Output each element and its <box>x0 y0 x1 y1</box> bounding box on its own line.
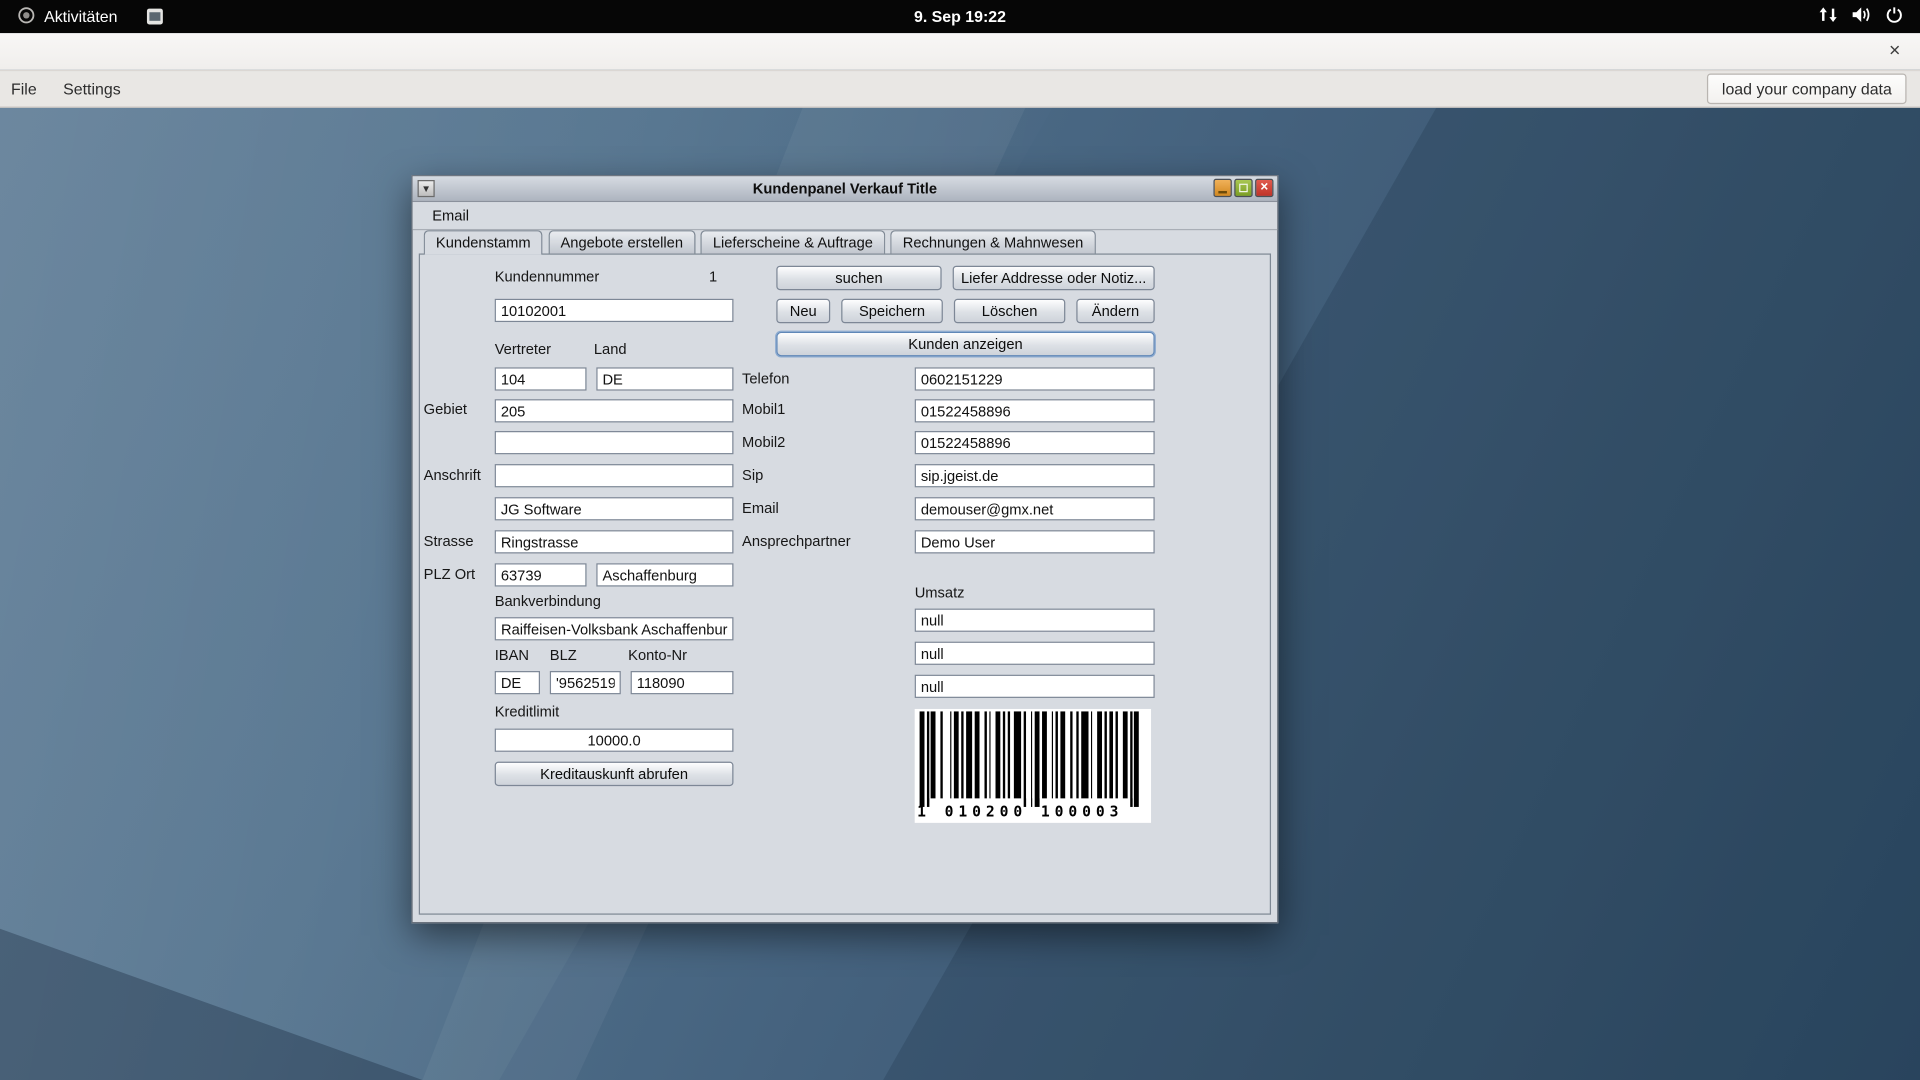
iban-label: IBAN <box>495 647 529 665</box>
mobil1-input[interactable] <box>915 399 1155 422</box>
ansprechpartner-input[interactable] <box>915 530 1155 553</box>
land-input[interactable] <box>596 367 733 390</box>
tab-kundenstamm[interactable]: Kundenstamm <box>424 230 543 254</box>
umsatz2-input[interactable] <box>915 642 1155 665</box>
vertreter-label: Vertreter <box>495 340 551 358</box>
umsatz-label: Umsatz <box>915 584 965 602</box>
liefer-adresse-notiz-button[interactable]: Liefer Addresse oder Notiz... <box>953 266 1155 290</box>
strasse-label: Strasse <box>424 533 474 551</box>
kundennummer-input[interactable] <box>495 299 734 322</box>
aendern-button[interactable]: Ändern <box>1076 299 1154 323</box>
kundenpanel-window: ▼ Kundenpanel Verkauf Title × Email Kund… <box>411 175 1278 923</box>
kundennummer-value: 1 <box>709 268 717 286</box>
iban-input[interactable] <box>495 671 540 694</box>
land-label: Land <box>594 340 627 358</box>
kundennummer-label: Kundennummer <box>495 268 600 286</box>
volume-icon[interactable] <box>1851 6 1872 27</box>
barcode-bars <box>920 711 1139 809</box>
tab-lieferscheine-auftrage[interactable]: Lieferscheine & Auftrage <box>701 230 886 253</box>
suchen-button[interactable]: suchen <box>776 266 941 290</box>
main-app-headerbar: × <box>0 33 1920 71</box>
gebiet2-input[interactable] <box>495 431 734 454</box>
gebiet-label: Gebiet <box>424 400 467 418</box>
blz-input[interactable] <box>550 671 621 694</box>
kreditlimit-input[interactable] <box>495 729 734 752</box>
clock[interactable]: 9. Sep 19:22 <box>0 0 1920 33</box>
bank-input[interactable] <box>495 617 734 640</box>
umsatz1-input[interactable] <box>915 609 1155 632</box>
strasse-input[interactable] <box>495 530 734 553</box>
minimize-button[interactable] <box>1213 179 1231 197</box>
kreditauskunft-button[interactable]: Kreditauskunft abrufen <box>495 762 734 786</box>
dialog-titlebar[interactable]: ▼ Kundenpanel Verkauf Title × <box>413 176 1277 202</box>
speichern-button[interactable]: Speichern <box>841 299 943 323</box>
tab-pane: Kundenstamm Angebote erstellen Liefersch… <box>419 230 1271 914</box>
email-label: Email <box>742 500 779 518</box>
window-menu-icon[interactable]: ▼ <box>418 180 435 197</box>
screen: Aktivitäten 9. Sep 19:22 × File Settings… <box>0 0 1920 1080</box>
blz-label: BLZ <box>550 647 577 665</box>
tab-angebote-erstellen[interactable]: Angebote erstellen <box>548 230 695 253</box>
power-icon[interactable] <box>1886 6 1903 27</box>
kundenstamm-panel: Kundennummer 1 suchen Liefer Addresse od… <box>419 253 1271 914</box>
menu-file[interactable]: File <box>0 71 48 107</box>
plz-input[interactable] <box>495 563 587 586</box>
network-icon[interactable] <box>1818 6 1838 27</box>
email-input[interactable] <box>915 497 1155 520</box>
close-button[interactable]: × <box>1255 179 1273 197</box>
menu-settings[interactable]: Settings <box>52 71 132 107</box>
gnome-top-bar: Aktivitäten 9. Sep 19:22 <box>0 0 1920 33</box>
maximize-button[interactable] <box>1234 179 1252 197</box>
sip-input[interactable] <box>915 464 1155 487</box>
barcode-text: 1 010200 100003 <box>917 803 1123 820</box>
konto-nr-label: Konto-Nr <box>628 647 687 665</box>
telefon-label: Telefon <box>742 370 789 388</box>
anschrift2-input[interactable] <box>495 497 734 520</box>
main-app-menubar: File Settings load your company data <box>0 71 1920 108</box>
menu-email[interactable]: Email <box>425 202 476 229</box>
anschrift1-input[interactable] <box>495 464 734 487</box>
sip-label: Sip <box>742 467 763 485</box>
plz-ort-label: PLZ Ort <box>424 566 475 584</box>
dialog-menubar: Email <box>413 202 1277 230</box>
konto-nr-input[interactable] <box>631 671 734 694</box>
mobil2-label: Mobil2 <box>742 433 785 451</box>
mobil1-label: Mobil1 <box>742 400 785 418</box>
gebiet-input[interactable] <box>495 399 734 422</box>
customer-barcode: 1 010200 100003 <box>915 709 1151 823</box>
main-window-close-button[interactable]: × <box>1884 33 1905 70</box>
kunden-anzeigen-button[interactable]: Kunden anzeigen <box>776 332 1154 356</box>
neu-button[interactable]: Neu <box>776 299 830 323</box>
vertreter-input[interactable] <box>495 367 587 390</box>
telefon-input[interactable] <box>915 367 1155 390</box>
window-title: Kundenpanel Verkauf Title <box>413 176 1277 200</box>
mobil2-input[interactable] <box>915 431 1155 454</box>
tab-rechnungen-mahnwesen[interactable]: Rechnungen & Mahnwesen <box>891 230 1096 253</box>
umsatz3-input[interactable] <box>915 675 1155 698</box>
ort-input[interactable] <box>596 563 733 586</box>
anschrift-label: Anschrift <box>424 467 481 485</box>
tab-bar: Kundenstamm Angebote erstellen Liefersch… <box>419 230 1271 253</box>
loeschen-button[interactable]: Löschen <box>954 299 1065 323</box>
kreditlimit-label: Kreditlimit <box>495 703 560 721</box>
load-company-data-button[interactable]: load your company data <box>1707 73 1906 104</box>
bankverbindung-label: Bankverbindung <box>495 593 601 611</box>
system-status-area[interactable] <box>1811 0 1910 33</box>
ansprechpartner-label: Ansprechpartner <box>742 533 851 551</box>
